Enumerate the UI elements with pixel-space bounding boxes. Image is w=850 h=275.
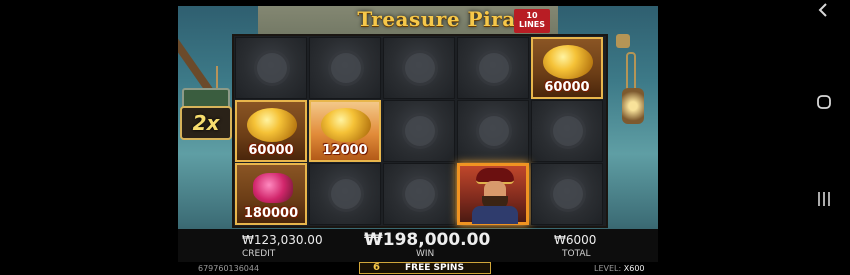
blank-symbol <box>309 163 381 225</box>
free-spins-label: FREE SPINS <box>405 263 464 273</box>
blank-symbol <box>457 100 529 162</box>
lantern-hook <box>626 52 636 92</box>
prize-value: 60000 <box>248 143 294 158</box>
gold-coins-icon <box>247 108 297 142</box>
blank-symbol <box>383 37 455 99</box>
skull-icon <box>331 179 361 209</box>
prize-value: 60000 <box>544 80 590 95</box>
skull-icon <box>257 53 287 83</box>
gems-icon <box>253 173 293 203</box>
footer-bar: 679760136044 6 FREE SPINS LEVEL: X600 <box>178 262 658 275</box>
total-bet-value[interactable]: ₩6000 <box>554 233 596 247</box>
prize-value: 180000 <box>243 206 299 221</box>
session-id: 679760136044 <box>198 264 260 273</box>
skull-icon <box>553 179 583 209</box>
blank-symbol <box>309 37 381 99</box>
skull-icon <box>479 116 509 146</box>
blank-symbol <box>457 37 529 99</box>
blank-symbol <box>235 37 307 99</box>
credit-value: ₩123,030.00 <box>242 233 323 247</box>
blank-symbol <box>531 163 603 225</box>
pirate-symbol <box>457 163 529 225</box>
gold-sack-symbol: 60000 <box>531 37 603 99</box>
free-spins-banner: 6 FREE SPINS <box>359 262 491 274</box>
gold-sack-symbol: 60000 <box>235 100 307 162</box>
reel-grid: 60000 60000 12000 180000 <box>232 34 608 228</box>
lantern-icon <box>622 88 644 124</box>
android-nav-bar <box>798 0 850 275</box>
blank-symbol <box>383 100 455 162</box>
prize-value: 12000 <box>322 143 368 158</box>
blank-symbol <box>383 163 455 225</box>
chevron-left-icon[interactable] <box>798 2 850 21</box>
circle-home-icon[interactable] <box>798 94 850 114</box>
gold-pile-symbol: 12000 <box>309 100 381 162</box>
gem-barrel-symbol: 180000 <box>235 163 307 225</box>
lines-badge: 10 LINES <box>514 9 550 33</box>
skull-icon <box>553 116 583 146</box>
logo-title: Treasure Pirate <box>357 7 539 31</box>
recents-bars-icon[interactable] <box>798 191 850 211</box>
blank-symbol <box>531 100 603 162</box>
skull-icon <box>405 116 435 146</box>
skull-icon <box>479 53 509 83</box>
level-label: LEVEL: <box>594 264 622 273</box>
free-spins-count: 6 <box>373 262 380 273</box>
skull-icon <box>405 179 435 209</box>
pirate-body <box>472 206 518 224</box>
total-bet-label: TOTAL <box>562 249 591 259</box>
win-label: WIN <box>416 249 435 259</box>
level-indicator: LEVEL: X600 <box>594 264 645 273</box>
multiplier-indicator: 2x <box>180 106 232 140</box>
level-value: X600 <box>623 264 645 273</box>
gold-coins-icon <box>543 45 593 79</box>
game-logo: Treasure Pirate 10 LINES <box>328 7 568 33</box>
skull-icon <box>405 53 435 83</box>
pulley-icon <box>616 34 630 48</box>
credit-label: CREDIT <box>242 249 276 259</box>
gold-coins-icon <box>321 108 371 142</box>
win-value: ₩198,000.00 <box>364 230 491 250</box>
skull-icon <box>331 53 361 83</box>
